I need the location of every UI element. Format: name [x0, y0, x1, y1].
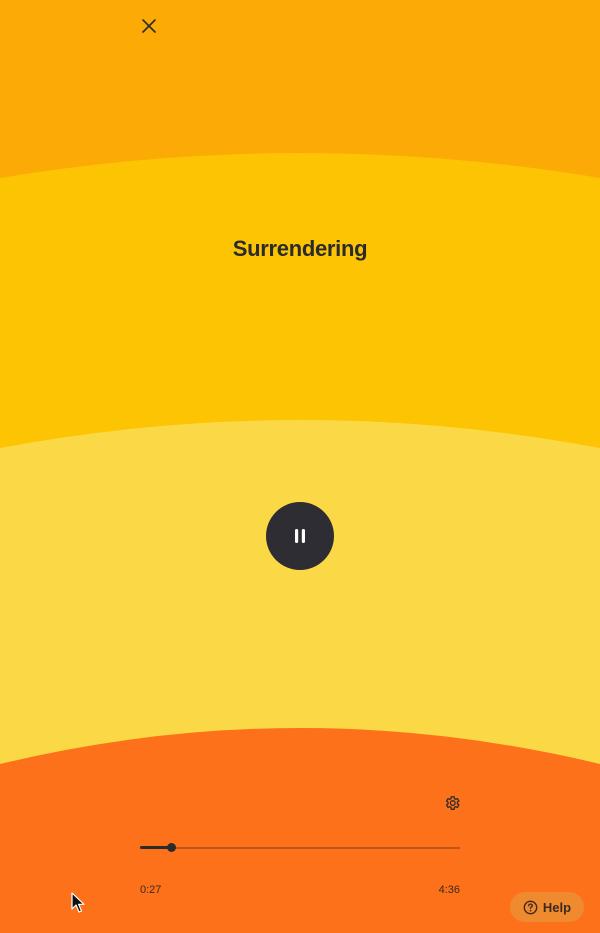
close-icon — [142, 19, 156, 33]
progress-handle[interactable] — [167, 843, 177, 852]
progress-track — [140, 847, 460, 849]
close-button[interactable] — [137, 14, 161, 38]
mouse-pointer-icon — [71, 892, 85, 913]
elapsed-time: 0:27 — [140, 884, 162, 896]
gear-icon — [445, 796, 460, 810]
track-title: Surrendering — [232, 236, 368, 261]
settings-button[interactable] — [441, 792, 463, 814]
pause-icon — [295, 529, 305, 543]
total-time: 4:36 — [438, 884, 460, 896]
help-button[interactable]: Help — [510, 892, 584, 922]
pause-button[interactable] — [266, 502, 334, 570]
question-circle-icon — [523, 900, 538, 914]
help-label: Help — [542, 899, 572, 915]
progress-slider[interactable] — [140, 840, 460, 856]
background-waves — [0, 0, 600, 933]
